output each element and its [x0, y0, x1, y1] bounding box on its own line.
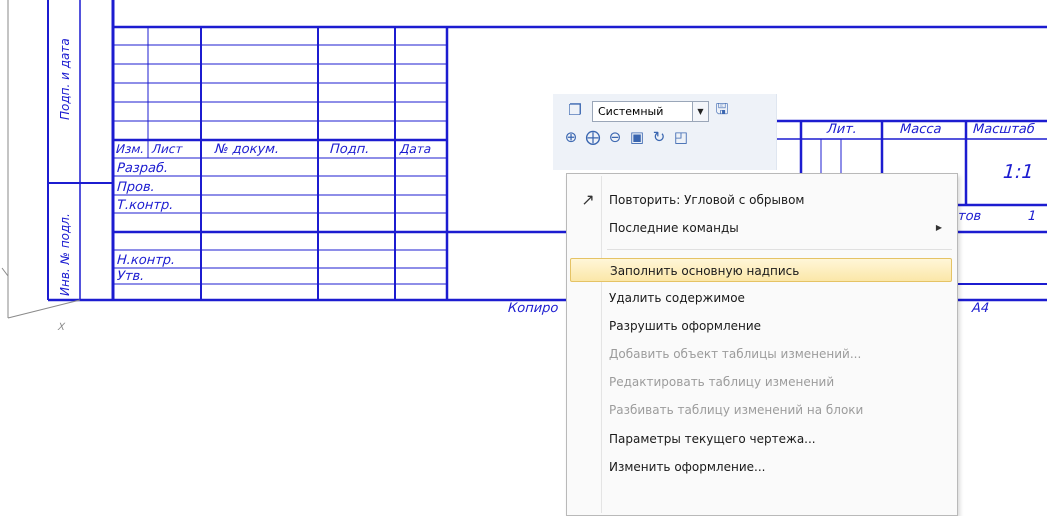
- format-label: А4: [971, 301, 990, 316]
- row-checker: Пров.: [116, 180, 156, 195]
- menu-item-edit-change-table[interactable]: Редактировать таблицу изменений: [570, 370, 952, 394]
- menu-item-label: Удалить содержимое: [609, 291, 745, 305]
- menu-item-delete-content[interactable]: Удалить содержимое: [570, 286, 952, 310]
- menu-separator: [607, 249, 952, 250]
- menu-item-change-layout[interactable]: Изменить оформление...: [570, 455, 952, 479]
- row-norm-control: Н.контр.: [116, 253, 176, 268]
- line-style-value: Системный: [598, 105, 664, 118]
- menu-item-fill-title-block[interactable]: Заполнить основную надпись: [570, 258, 952, 282]
- header-mass: Масса: [899, 122, 942, 137]
- line-style-select[interactable]: Системный ▼: [592, 101, 709, 122]
- polyline-icon: ↗: [581, 190, 595, 209]
- show-all-icon[interactable]: ▣: [627, 127, 647, 147]
- context-menu: ↗ Повторить: Угловой с обрывом Последние…: [566, 173, 958, 516]
- menu-item-recent-commands[interactable]: Последние команды ▶: [570, 216, 952, 240]
- header-sheet: Лист: [151, 142, 183, 156]
- menu-item-label: Разрушить оформление: [609, 319, 762, 333]
- header-change: Изм.: [115, 142, 145, 156]
- menu-item-label: Повторить: Угловой с обрывом: [609, 193, 805, 207]
- zoom-out-icon[interactable]: ⊖: [605, 127, 625, 147]
- refresh-icon[interactable]: ↻: [649, 127, 669, 147]
- sheets-label: тов: [957, 209, 982, 224]
- dropdown-arrow-icon[interactable]: ▼: [692, 102, 708, 121]
- submenu-arrow-icon: ▶: [935, 223, 942, 232]
- zoom-window-icon[interactable]: ⊕: [561, 127, 581, 147]
- menu-item-destroy-layout[interactable]: Разрушить оформление: [570, 314, 952, 338]
- header-doc-number: № докум.: [214, 142, 280, 157]
- axis-x-label: X: [57, 322, 66, 333]
- row-developer: Разраб.: [116, 161, 169, 176]
- header-letter: Лит.: [826, 122, 858, 137]
- menu-item-label: Разбивать таблицу изменений на блоки: [609, 403, 864, 417]
- line-style-icon[interactable]: ❐: [565, 100, 585, 120]
- header-signature: Подп.: [329, 142, 370, 157]
- zoom-scale-icon[interactable]: ◰: [671, 127, 691, 147]
- label-sign-date: Подп. и дата: [58, 38, 72, 120]
- menu-item-label: Последние команды: [609, 221, 739, 235]
- menu-item-split-change-table[interactable]: Разбивать таблицу изменений на блоки: [570, 398, 952, 422]
- copied-label: Копиро: [507, 301, 559, 316]
- menu-item-label: Параметры текущего чертежа...: [609, 432, 816, 446]
- row-approved: Утв.: [116, 269, 145, 284]
- menu-item-label: Изменить оформление...: [609, 460, 766, 474]
- header-scale: Масштаб: [972, 122, 1036, 137]
- row-tech-control: Т.контр.: [116, 198, 174, 213]
- menu-item-label: Редактировать таблицу изменений: [609, 375, 835, 389]
- menu-item-drawing-parameters[interactable]: Параметры текущего чертежа...: [570, 427, 952, 451]
- menu-item-add-change-object[interactable]: Добавить объект таблицы изменений...: [570, 342, 952, 366]
- menu-item-label: Добавить объект таблицы изменений...: [609, 347, 862, 361]
- scale-value[interactable]: 1:1: [1002, 161, 1034, 183]
- sheets-count: 1: [1027, 209, 1037, 224]
- menu-item-repeat[interactable]: ↗ Повторить: Угловой с обрывом: [570, 188, 952, 212]
- header-date: Дата: [399, 142, 432, 156]
- label-inventory-number: Инв. № подл.: [58, 213, 72, 296]
- menu-item-label: Заполнить основную надпись: [610, 264, 800, 278]
- view-toolbar: ❐ Системный ▼ 🖫 ⊕ ⨁ ⊖ ▣ ↻ ◰: [553, 94, 777, 170]
- zoom-in-icon[interactable]: ⨁: [583, 127, 603, 147]
- save-icon[interactable]: 🖫: [712, 99, 732, 119]
